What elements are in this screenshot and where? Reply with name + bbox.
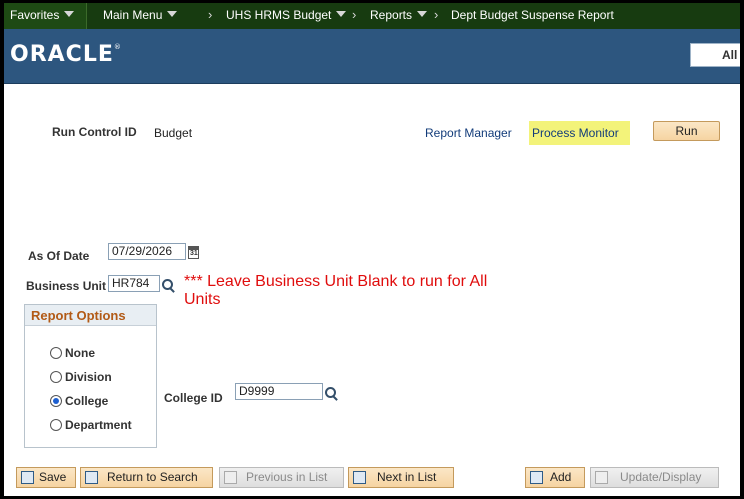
as-of-date-label: As Of Date bbox=[28, 249, 90, 263]
search-scope-dropdown[interactable]: All bbox=[690, 43, 740, 67]
breadcrumb-label: Dept Budget Suspense Report bbox=[451, 8, 614, 22]
business-unit-input[interactable]: HR784 bbox=[108, 275, 160, 292]
as-of-date-input[interactable]: 07/29/2026 bbox=[108, 243, 186, 260]
main-menu[interactable]: Main Menu bbox=[103, 3, 178, 29]
search-scope-label: All bbox=[722, 48, 738, 62]
report-options-group: Report Options None Division College Dep… bbox=[24, 304, 157, 448]
nav-bar: Favorites Main Menu › UHS HRMS Budget › … bbox=[4, 3, 740, 29]
radio-department-icon[interactable] bbox=[50, 419, 62, 431]
chevron-down-icon bbox=[64, 11, 75, 17]
peoplesoft-window: Favorites Main Menu › UHS HRMS Budget › … bbox=[4, 3, 740, 496]
breadcrumb-label: UHS HRMS Budget bbox=[226, 8, 332, 22]
run-control-id-value: Budget bbox=[154, 126, 193, 140]
report-options-title: Report Options bbox=[25, 305, 156, 326]
report-manager-link[interactable]: Report Manager bbox=[425, 126, 512, 140]
breadcrumb-separator-icon: › bbox=[434, 7, 439, 22]
add-label: Add bbox=[550, 470, 572, 484]
radio-label: Division bbox=[65, 370, 112, 384]
registered-mark: ® bbox=[113, 43, 122, 51]
favorites-menu[interactable]: Favorites bbox=[10, 3, 75, 29]
radio-option-division[interactable]: Division bbox=[50, 370, 112, 384]
radio-label: None bbox=[65, 346, 95, 360]
return-to-search-icon bbox=[85, 471, 98, 484]
radio-division-icon[interactable] bbox=[50, 371, 62, 383]
chevron-down-icon bbox=[336, 11, 347, 17]
run-button[interactable]: Run bbox=[653, 121, 720, 141]
update-display-label: Update/Display bbox=[620, 470, 702, 484]
save-button[interactable]: Save bbox=[16, 467, 76, 488]
business-unit-label: Business Unit bbox=[26, 279, 107, 293]
breadcrumb-uhs-hrms-budget[interactable]: UHS HRMS Budget bbox=[226, 3, 347, 29]
add-icon bbox=[530, 471, 543, 484]
next-in-list-button[interactable]: Next in List bbox=[348, 467, 454, 488]
radio-option-none[interactable]: None bbox=[50, 346, 95, 360]
favorites-label: Favorites bbox=[10, 8, 60, 22]
college-id-lookup-search-icon[interactable] bbox=[325, 387, 339, 401]
breadcrumb-label: Reports bbox=[370, 8, 413, 22]
chevron-down-icon bbox=[167, 11, 178, 17]
business-unit-lookup-search-icon[interactable] bbox=[162, 279, 176, 293]
calendar-glyph: 31 bbox=[190, 250, 198, 257]
breadcrumb-dept-budget-suspense-report[interactable]: Dept Budget Suspense Report bbox=[451, 3, 614, 29]
header-banner: ORACLE® All bbox=[4, 29, 740, 84]
oracle-logo: ORACLE® bbox=[10, 42, 122, 67]
radio-option-college[interactable]: College bbox=[50, 394, 108, 408]
process-monitor-link[interactable]: Process Monitor bbox=[532, 126, 619, 140]
college-id-input[interactable]: D9999 bbox=[235, 383, 323, 400]
radio-option-department[interactable]: Department bbox=[50, 418, 132, 432]
radio-college-selected-icon[interactable] bbox=[50, 395, 62, 407]
chevron-down-icon bbox=[417, 11, 428, 17]
breadcrumb-reports[interactable]: Reports bbox=[370, 3, 428, 29]
previous-in-list-button: Previous in List bbox=[219, 467, 344, 488]
save-icon bbox=[21, 471, 34, 484]
update-display-icon bbox=[595, 471, 608, 484]
main-menu-label: Main Menu bbox=[103, 8, 163, 22]
return-to-search-button[interactable]: Return to Search bbox=[80, 467, 213, 488]
return-to-search-label: Return to Search bbox=[107, 470, 198, 484]
calendar-icon[interactable]: 31 bbox=[188, 246, 199, 259]
save-label: Save bbox=[39, 470, 67, 484]
radio-none-icon[interactable] bbox=[50, 347, 62, 359]
college-id-label: College ID bbox=[164, 391, 223, 405]
radio-label: Department bbox=[65, 418, 132, 432]
next-in-list-label: Next in List bbox=[377, 470, 437, 484]
logo-text: ORACLE bbox=[10, 42, 114, 67]
radio-label: College bbox=[65, 394, 109, 408]
previous-in-list-label: Previous in List bbox=[246, 470, 328, 484]
previous-list-icon bbox=[224, 471, 237, 484]
add-button[interactable]: Add bbox=[525, 467, 585, 488]
breadcrumb-separator-icon: › bbox=[352, 7, 357, 22]
business-unit-warning: *** Leave Business Unit Blank to run for… bbox=[184, 273, 488, 308]
run-control-id-label: Run Control ID bbox=[52, 125, 137, 139]
process-monitor-highlight: Process Monitor bbox=[529, 121, 630, 145]
next-list-icon bbox=[353, 471, 366, 484]
update-display-button: Update/Display bbox=[590, 467, 719, 488]
breadcrumb-separator-icon: › bbox=[208, 7, 213, 22]
